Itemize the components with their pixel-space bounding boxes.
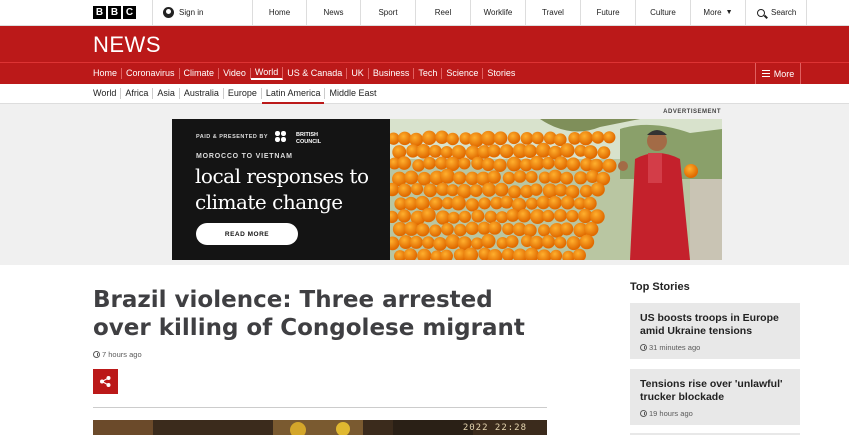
news-nav-uk[interactable]: UK — [347, 68, 369, 79]
article-divider — [93, 407, 547, 408]
article-hero-image: 2022 22:28 — [93, 420, 547, 435]
subnav-asia[interactable]: Asia — [153, 88, 180, 99]
user-icon — [163, 7, 174, 18]
ad-headline: local responses to climate change — [195, 164, 369, 214]
subnav-australia[interactable]: Australia — [180, 88, 224, 99]
ad-route: MOROCCO TO VIETNAM — [196, 153, 293, 160]
top-nav-more-label: More — [703, 8, 722, 17]
news-nav-world[interactable]: World — [250, 67, 284, 80]
signin-link[interactable]: Sign in — [152, 0, 252, 25]
subnav-world[interactable]: World — [89, 88, 122, 99]
ad-sponsor: BRITISH COUNCIL — [296, 132, 322, 145]
top-nav-more[interactable]: More ▼ — [690, 0, 745, 25]
top-nav: Home News Sport Reel Worklife Travel Fut… — [252, 0, 745, 25]
bbc-logo[interactable]: B B C — [0, 0, 152, 25]
news-nav-science[interactable]: Science — [442, 68, 484, 79]
top-story-time: 31 minutes ago — [640, 343, 790, 352]
ad-read-more-button[interactable]: READ MORE — [196, 223, 298, 245]
article-time: 7 hours ago — [102, 350, 142, 359]
top-nav-sport[interactable]: Sport — [360, 0, 415, 25]
news-nav-video[interactable]: Video — [219, 68, 251, 79]
news-nav-more[interactable]: More — [755, 63, 801, 84]
top-story-card[interactable]: Tensions rise over 'unlawful' trucker bl… — [630, 369, 800, 425]
news-nav-business[interactable]: Business — [369, 68, 415, 79]
share-button[interactable] — [93, 369, 118, 394]
news-nav-tech[interactable]: Tech — [414, 68, 443, 79]
clock-icon — [640, 344, 647, 351]
top-nav-future[interactable]: Future — [580, 0, 635, 25]
article-timestamp: 7 hours ago — [93, 350, 142, 359]
top-nav-travel[interactable]: Travel — [525, 0, 580, 25]
top-story-headline[interactable]: Tensions rise over 'unlawful' trucker bl… — [640, 378, 790, 404]
bbc-logo-letter: B — [108, 6, 121, 19]
ad-oranges-photo — [390, 119, 722, 260]
top-story-time: 19 hours ago — [640, 409, 790, 418]
signin-label: Sign in — [179, 8, 204, 17]
news-nav-stories[interactable]: Stories — [483, 68, 519, 79]
news-nav-climate[interactable]: Climate — [180, 68, 220, 79]
top-story-headline[interactable]: US boosts troops in Europe amid Ukraine … — [640, 312, 790, 338]
advertisement-banner[interactable]: PAID & PRESENTED BY BRITISH COUNCIL MORO… — [172, 119, 722, 260]
top-nav-worklife[interactable]: Worklife — [470, 0, 525, 25]
search-label: Search — [771, 8, 797, 17]
top-story-time-text: 31 minutes ago — [649, 343, 701, 352]
advertisement-area: ADVERTISEMENT PAID & PRESENTED BY BRITIS… — [0, 104, 849, 265]
news-nav-coronavirus[interactable]: Coronavirus — [122, 68, 180, 79]
clock-icon — [93, 351, 100, 358]
subnav-middle-east[interactable]: Middle East — [325, 88, 380, 99]
top-nav-reel[interactable]: Reel — [415, 0, 470, 25]
search-button[interactable]: Search — [745, 0, 807, 25]
news-nav: Home Coronavirus Climate Video World US … — [0, 62, 849, 84]
news-wordmark[interactable]: NEWS — [93, 32, 161, 58]
caret-down-icon: ▼ — [725, 9, 733, 16]
news-nav-us-canada[interactable]: US & Canada — [283, 68, 348, 79]
menu-icon — [761, 68, 770, 79]
top-story-card[interactable]: US boosts troops in Europe amid Ukraine … — [630, 303, 800, 359]
world-subnav: World Africa Asia Australia Europe Latin… — [0, 84, 849, 104]
top-story-time-text: 19 hours ago — [649, 409, 693, 418]
top-stories-heading: Top Stories — [630, 281, 690, 293]
bbc-masthead: B B C Sign in Home News Sport Reel Workl… — [0, 0, 849, 26]
clock-icon — [640, 410, 647, 417]
news-nav-home[interactable]: Home — [89, 68, 123, 79]
subnav-africa[interactable]: Africa — [121, 88, 154, 99]
search-icon — [757, 8, 765, 17]
top-nav-home[interactable]: Home — [252, 0, 306, 25]
news-header: NEWS — [0, 26, 849, 62]
share-icon — [100, 376, 111, 387]
subnav-europe[interactable]: Europe — [224, 88, 262, 99]
article-title: Brazil violence: Three arrested over kil… — [93, 287, 525, 341]
top-nav-news[interactable]: News — [306, 0, 360, 25]
advertisement-label: ADVERTISEMENT — [663, 109, 721, 115]
bbc-logo-letter: C — [123, 6, 136, 19]
hero-image-stamp: 2022 22:28 — [462, 423, 527, 433]
ad-paid-text: PAID & PRESENTED BY — [196, 134, 269, 140]
top-nav-culture[interactable]: Culture — [635, 0, 690, 25]
british-council-logo-icon — [275, 131, 293, 145]
news-nav-more-label: More — [773, 68, 795, 79]
subnav-latin-america[interactable]: Latin America — [261, 88, 326, 104]
bbc-logo-letter: B — [93, 6, 106, 19]
